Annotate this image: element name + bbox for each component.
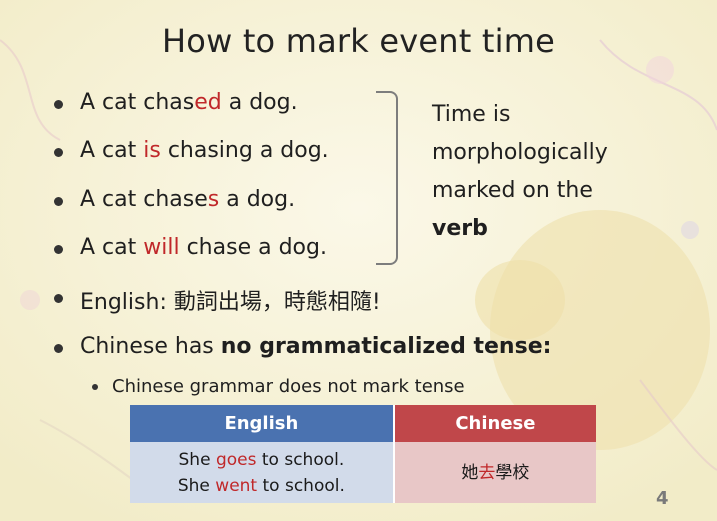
text: chase a dog. — [179, 235, 327, 260]
bullet-dot-icon — [54, 100, 63, 109]
text: 她 — [461, 462, 479, 483]
text: Chinese has — [80, 334, 221, 359]
bullet-text: A cat chases a dog. — [80, 187, 295, 212]
bullet-dot-icon — [54, 197, 63, 206]
bracket-divider — [376, 91, 398, 265]
bullet-text: English: 動詞出場，時態相隨! — [80, 290, 381, 315]
text: chasing a dog. — [160, 138, 329, 163]
text: a dog. — [221, 90, 298, 115]
note-line: Time is — [432, 102, 511, 127]
slide-title: How to mark event time — [162, 22, 555, 60]
comparison-table: English Chinese She goes to school. She … — [130, 405, 596, 503]
sub-bullet-text: Chinese grammar does not mark tense — [112, 376, 465, 397]
text: 學校 — [495, 462, 530, 483]
highlight: ed — [194, 90, 222, 115]
highlight: went — [215, 475, 258, 496]
bullet-dot-icon — [54, 344, 63, 353]
highlight: 去 — [478, 462, 496, 483]
note-line: marked on the — [432, 178, 593, 203]
text: to school. — [256, 449, 345, 470]
english-line: She goes to school. — [130, 447, 393, 473]
text: a dog. — [219, 187, 296, 212]
bold-text: no grammaticalized tense: — [220, 334, 552, 359]
bullet-text: A cat will chase a dog. — [80, 235, 327, 260]
verb-note: Time is morphologically marked on the ve… — [432, 96, 608, 248]
bullet-text: Chinese has no grammaticalized tense: — [80, 334, 551, 359]
bullet-text: A cat is chasing a dog. — [80, 138, 329, 163]
bullet-dot-icon — [54, 294, 63, 303]
text: She — [177, 475, 216, 496]
text: A cat chase — [80, 187, 208, 212]
highlight: goes — [215, 449, 257, 470]
header-english: English — [130, 405, 394, 442]
bullet-dot-icon — [54, 148, 63, 157]
page-number: 4 — [656, 488, 669, 509]
text: A cat — [80, 138, 144, 163]
note-line: morphologically — [432, 140, 608, 165]
highlight: will — [143, 235, 180, 260]
bullet-text: A cat chased a dog. — [80, 90, 298, 115]
cell-english: She goes to school. She went to school. — [130, 442, 394, 503]
english-line: She went to school. — [130, 473, 393, 499]
table-row: She goes to school. She went to school. … — [130, 442, 596, 503]
highlight: s — [207, 187, 220, 212]
cell-chinese: 她去學校 — [392, 442, 596, 503]
bullet-dot-icon — [54, 245, 63, 254]
sub-bullet-dot-icon — [92, 384, 98, 390]
table-header-row: English Chinese — [130, 405, 596, 442]
text: A cat — [80, 235, 144, 260]
text: She — [178, 449, 216, 470]
text: A cat chas — [80, 90, 195, 115]
header-chinese: Chinese — [392, 405, 596, 442]
slide: How to mark event time A cat chased a do… — [0, 0, 717, 521]
highlight: is — [143, 138, 161, 163]
note-line-verb: verb — [432, 216, 488, 241]
text: to school. — [257, 475, 345, 496]
